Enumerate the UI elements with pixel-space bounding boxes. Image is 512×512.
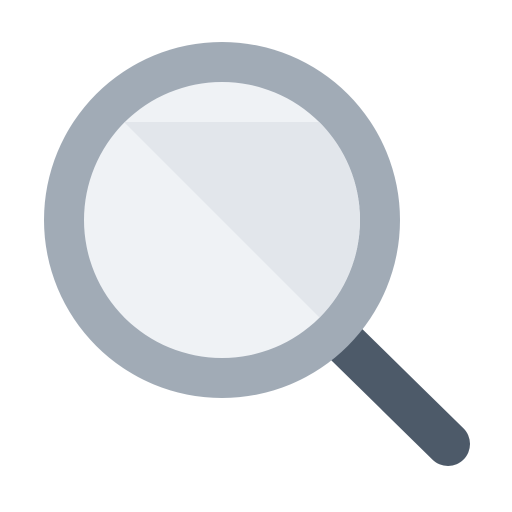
magnifying-glass-icon bbox=[44, 42, 470, 466]
handle bbox=[318, 316, 470, 466]
icon-canvas bbox=[0, 0, 512, 512]
